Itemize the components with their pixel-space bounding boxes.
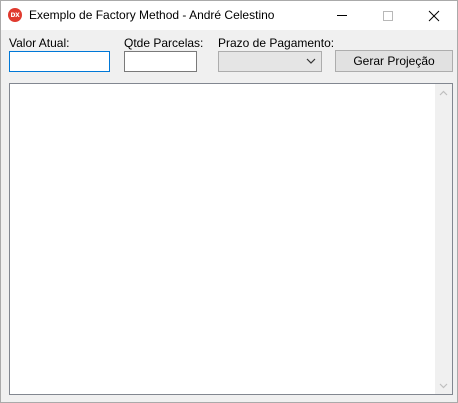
title-bar[interactable]: DX Exemplo de Factory Method - André Cel… xyxy=(1,1,457,30)
qtde-parcelas-input[interactable] xyxy=(124,51,197,72)
projection-output-memo[interactable] xyxy=(9,83,453,395)
valor-atual-input[interactable] xyxy=(9,51,110,72)
minimize-icon xyxy=(337,15,347,16)
window-title: Exemplo de Factory Method - André Celest… xyxy=(29,8,275,22)
scroll-down-icon xyxy=(439,383,448,388)
maximize-icon xyxy=(383,10,393,21)
close-icon xyxy=(428,10,440,21)
minimize-button[interactable] xyxy=(319,1,365,30)
maximize-button[interactable] xyxy=(365,1,411,30)
close-button[interactable] xyxy=(411,1,457,30)
app-icon-label: DX xyxy=(10,11,20,19)
prazo-pagamento-label: Prazo de Pagamento: xyxy=(218,36,335,50)
main-window: DX Exemplo de Factory Method - André Cel… xyxy=(0,0,458,403)
prazo-pagamento-select[interactable] xyxy=(218,51,322,72)
vertical-scrollbar[interactable] xyxy=(435,84,452,394)
scroll-up-icon xyxy=(439,90,448,95)
qtde-parcelas-label: Qtde Parcelas: xyxy=(124,36,204,50)
chevron-down-icon xyxy=(306,58,316,64)
valor-atual-label: Valor Atual: xyxy=(9,36,70,50)
app-icon: DX xyxy=(8,8,22,22)
scroll-up-button[interactable] xyxy=(435,84,452,101)
scroll-down-button[interactable] xyxy=(435,377,452,394)
gerar-projecao-button[interactable]: Gerar Projeção xyxy=(335,50,453,72)
